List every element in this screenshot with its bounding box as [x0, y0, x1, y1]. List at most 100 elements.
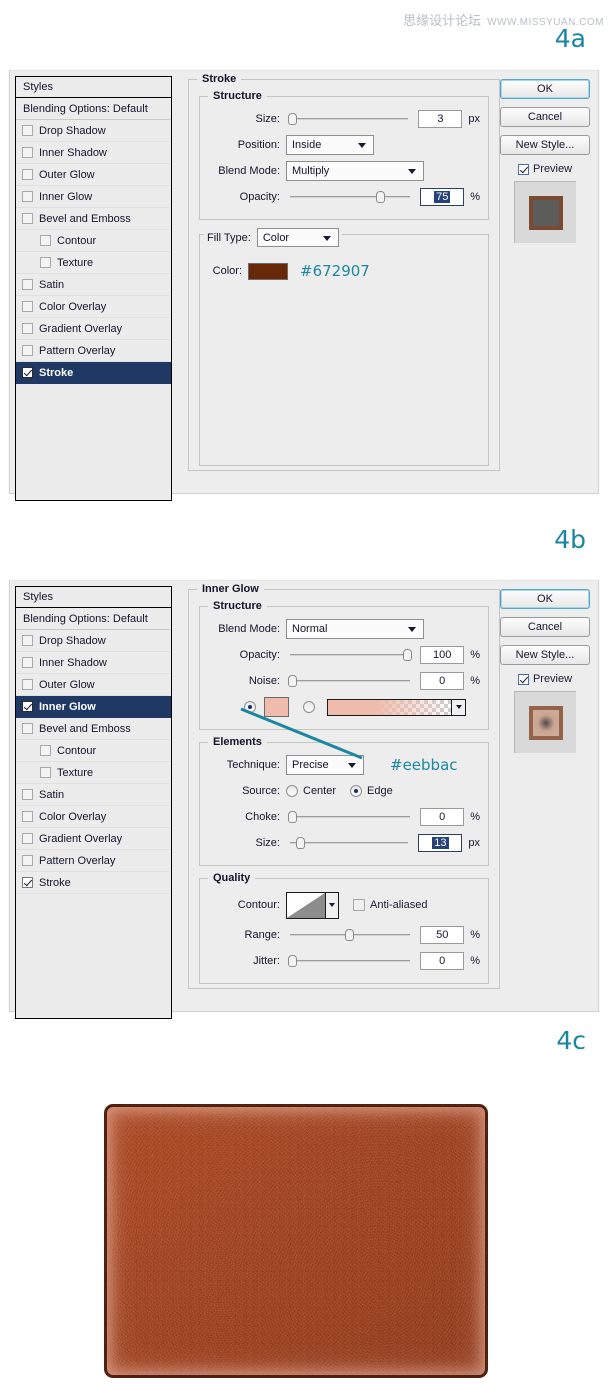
styles-list[interactable]: Blending Options: Default Drop Shadow In… [15, 97, 172, 501]
checkbox-icon[interactable] [22, 301, 33, 312]
gradient-picker[interactable] [327, 699, 466, 716]
checkbox-checked-icon[interactable] [518, 674, 529, 685]
styles-item-gradient-overlay[interactable]: Gradient Overlay [16, 828, 171, 850]
ok-button[interactable]: OK [500, 589, 590, 609]
gradient-preview[interactable] [327, 699, 452, 716]
checkbox-icon[interactable] [40, 235, 51, 246]
checkbox-icon[interactable] [22, 635, 33, 646]
checkbox-icon[interactable] [22, 323, 33, 334]
cancel-button[interactable]: Cancel [500, 617, 590, 637]
checkbox-icon[interactable] [22, 811, 33, 822]
jitter-input[interactable]: 0 [420, 952, 464, 970]
opacity-slider[interactable] [286, 647, 414, 663]
checkbox-icon[interactable] [22, 855, 33, 866]
radio-source-edge[interactable] [350, 785, 362, 797]
opacity-input[interactable]: 100 [420, 646, 464, 664]
size-slider[interactable] [286, 835, 412, 851]
checkbox-icon[interactable] [22, 213, 33, 224]
position-select[interactable]: Inside [286, 135, 374, 155]
checkbox-icon[interactable] [22, 723, 33, 734]
radio-solid-color[interactable] [244, 701, 256, 713]
slider-knob[interactable] [376, 191, 385, 203]
opacity-input[interactable]: 75 [420, 188, 464, 206]
styles-item-inner-glow[interactable]: Inner Glow [16, 186, 171, 208]
styles-item-contour[interactable]: Contour [16, 230, 171, 252]
ok-button[interactable]: OK [500, 79, 590, 99]
slider-knob[interactable] [296, 837, 305, 849]
styles-item-satin[interactable]: Satin [16, 784, 171, 806]
slider-knob[interactable] [288, 811, 297, 823]
color-swatch[interactable] [248, 263, 288, 280]
checkbox-checked-icon[interactable] [22, 701, 33, 712]
checkbox-icon[interactable] [22, 679, 33, 690]
styles-list[interactable]: Blending Options: Default Drop Shadow In… [15, 607, 172, 1019]
checkbox-icon[interactable] [40, 767, 51, 778]
styles-item-drop-shadow[interactable]: Drop Shadow [16, 120, 171, 142]
checkbox-icon[interactable] [22, 345, 33, 356]
checkbox-icon[interactable] [22, 191, 33, 202]
glow-color-swatch[interactable] [264, 697, 289, 717]
layer-style-dialog-stroke[interactable]: Styles Blending Options: Default Drop Sh… [9, 70, 599, 494]
styles-item-pattern-overlay[interactable]: Pattern Overlay [16, 340, 171, 362]
chevron-down-icon[interactable] [452, 699, 466, 716]
new-style-button[interactable]: New Style... [500, 645, 590, 665]
styles-item-color-overlay[interactable]: Color Overlay [16, 296, 171, 318]
radio-source-center[interactable] [286, 785, 298, 797]
checkbox-checked-icon[interactable] [22, 877, 33, 888]
styles-item-inner-shadow[interactable]: Inner Shadow [16, 652, 171, 674]
styles-item-gradient-overlay[interactable]: Gradient Overlay [16, 318, 171, 340]
checkbox-icon[interactable] [22, 279, 33, 290]
checkbox-icon[interactable] [22, 789, 33, 800]
checkbox-icon[interactable] [22, 125, 33, 136]
checkbox-icon[interactable] [22, 169, 33, 180]
checkbox-icon[interactable] [22, 657, 33, 668]
styles-item-blending-options[interactable]: Blending Options: Default [16, 608, 171, 630]
size-input[interactable]: 13 [418, 834, 462, 852]
preview-toggle-row[interactable]: Preview [500, 673, 590, 685]
styles-item-contour[interactable]: Contour [16, 740, 171, 762]
size-input[interactable]: 3 [418, 110, 462, 128]
choke-slider[interactable] [286, 809, 414, 825]
contour-preview[interactable] [286, 892, 326, 919]
noise-slider[interactable] [286, 673, 414, 689]
styles-item-texture[interactable]: Texture [16, 762, 171, 784]
styles-item-color-overlay[interactable]: Color Overlay [16, 806, 171, 828]
checkbox-checked-icon[interactable] [22, 367, 33, 378]
contour-picker[interactable] [286, 892, 339, 919]
checkbox-icon[interactable] [22, 833, 33, 844]
checkbox-icon[interactable] [40, 257, 51, 268]
cancel-button[interactable]: Cancel [500, 107, 590, 127]
styles-item-blending-options[interactable]: Blending Options: Default [16, 98, 171, 120]
styles-item-stroke[interactable]: Stroke [16, 362, 171, 384]
size-slider[interactable] [286, 111, 412, 127]
styles-item-inner-glow[interactable]: Inner Glow [16, 696, 171, 718]
styles-item-bevel-and-emboss[interactable]: Bevel and Emboss [16, 718, 171, 740]
slider-knob[interactable] [345, 929, 354, 941]
preview-toggle-row[interactable]: Preview [500, 163, 590, 175]
styles-item-bevel-and-emboss[interactable]: Bevel and Emboss [16, 208, 171, 230]
chevron-down-icon[interactable] [326, 892, 339, 919]
styles-item-stroke[interactable]: Stroke [16, 872, 171, 894]
fill-type-select[interactable]: Color [257, 228, 339, 247]
anti-aliased-checkbox[interactable] [353, 899, 365, 911]
slider-knob[interactable] [288, 955, 297, 967]
checkbox-icon[interactable] [40, 745, 51, 756]
styles-item-drop-shadow[interactable]: Drop Shadow [16, 630, 171, 652]
styles-item-satin[interactable]: Satin [16, 274, 171, 296]
slider-knob[interactable] [288, 675, 297, 687]
styles-item-texture[interactable]: Texture [16, 252, 171, 274]
radio-gradient[interactable] [303, 701, 315, 713]
jitter-slider[interactable] [286, 953, 414, 969]
slider-knob[interactable] [403, 649, 412, 661]
styles-item-pattern-overlay[interactable]: Pattern Overlay [16, 850, 171, 872]
new-style-button[interactable]: New Style... [500, 135, 590, 155]
styles-item-outer-glow[interactable]: Outer Glow [16, 674, 171, 696]
checkbox-icon[interactable] [22, 147, 33, 158]
checkbox-checked-icon[interactable] [518, 164, 529, 175]
noise-input[interactable]: 0 [420, 672, 464, 690]
blend-mode-select[interactable]: Normal [286, 619, 424, 639]
styles-item-inner-shadow[interactable]: Inner Shadow [16, 142, 171, 164]
styles-item-outer-glow[interactable]: Outer Glow [16, 164, 171, 186]
range-slider[interactable] [286, 927, 414, 943]
range-input[interactable]: 50 [420, 926, 464, 944]
